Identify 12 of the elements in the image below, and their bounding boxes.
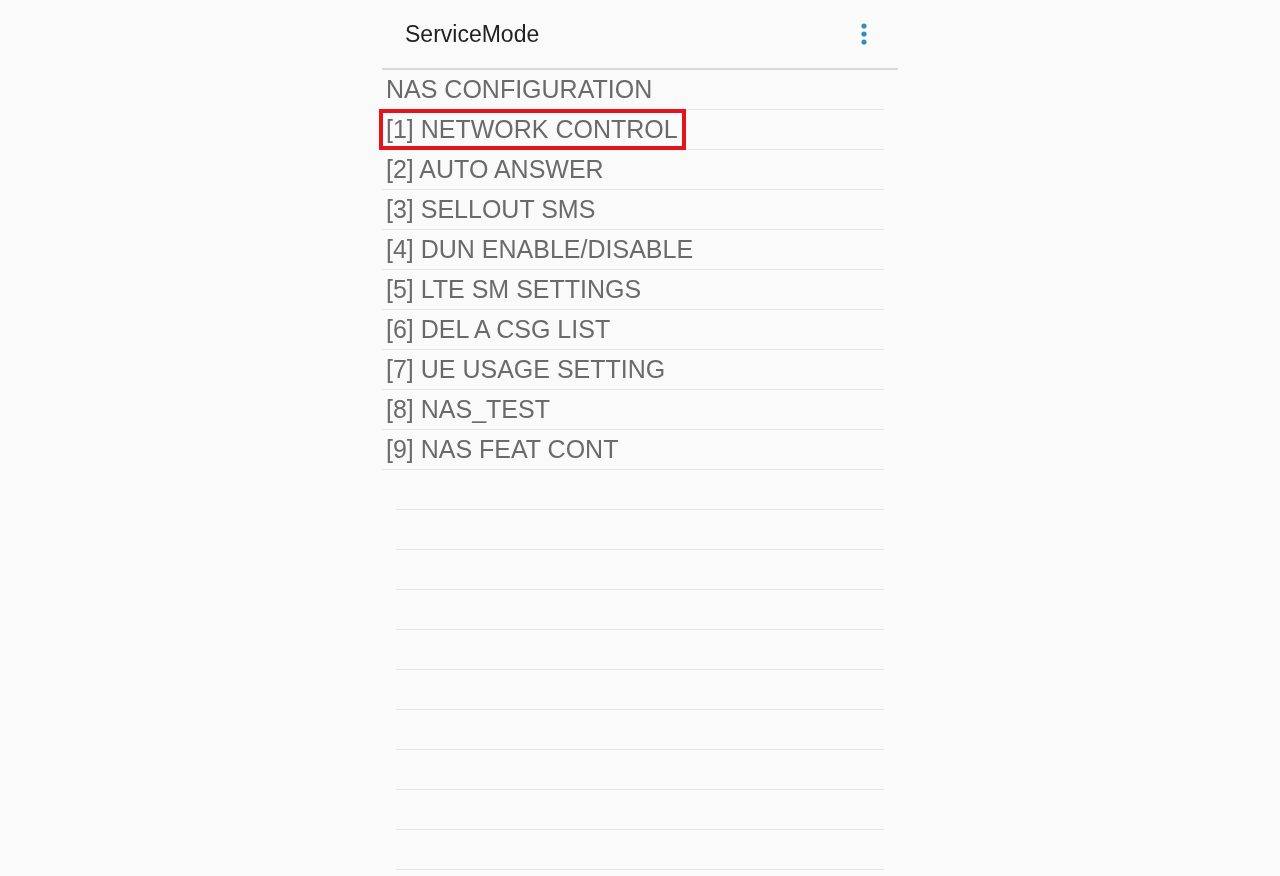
menu-item[interactable]: [7] UE USAGE SETTING (379, 349, 674, 390)
menu-item[interactable]: [2] AUTO ANSWER (379, 149, 612, 190)
menu-item[interactable]: [1] NETWORK CONTROL (379, 109, 686, 150)
menu-item[interactable]: [9] NAS FEAT CONT (379, 429, 627, 470)
menu-item[interactable]: NAS CONFIGURATION (379, 69, 661, 110)
menu-item[interactable]: [8] NAS_TEST (379, 389, 558, 430)
app-title: ServiceMode (405, 20, 540, 48)
menu-item[interactable]: [3] SELLOUT SMS (379, 189, 604, 230)
menu-item[interactable]: [5] LTE SM SETTINGS (379, 269, 650, 310)
menu-item[interactable]: [6] DEL A CSG LIST (379, 309, 619, 350)
menu-item[interactable]: [4] DUN ENABLE/DISABLE (379, 229, 702, 270)
more-options-icon[interactable] (860, 22, 868, 46)
